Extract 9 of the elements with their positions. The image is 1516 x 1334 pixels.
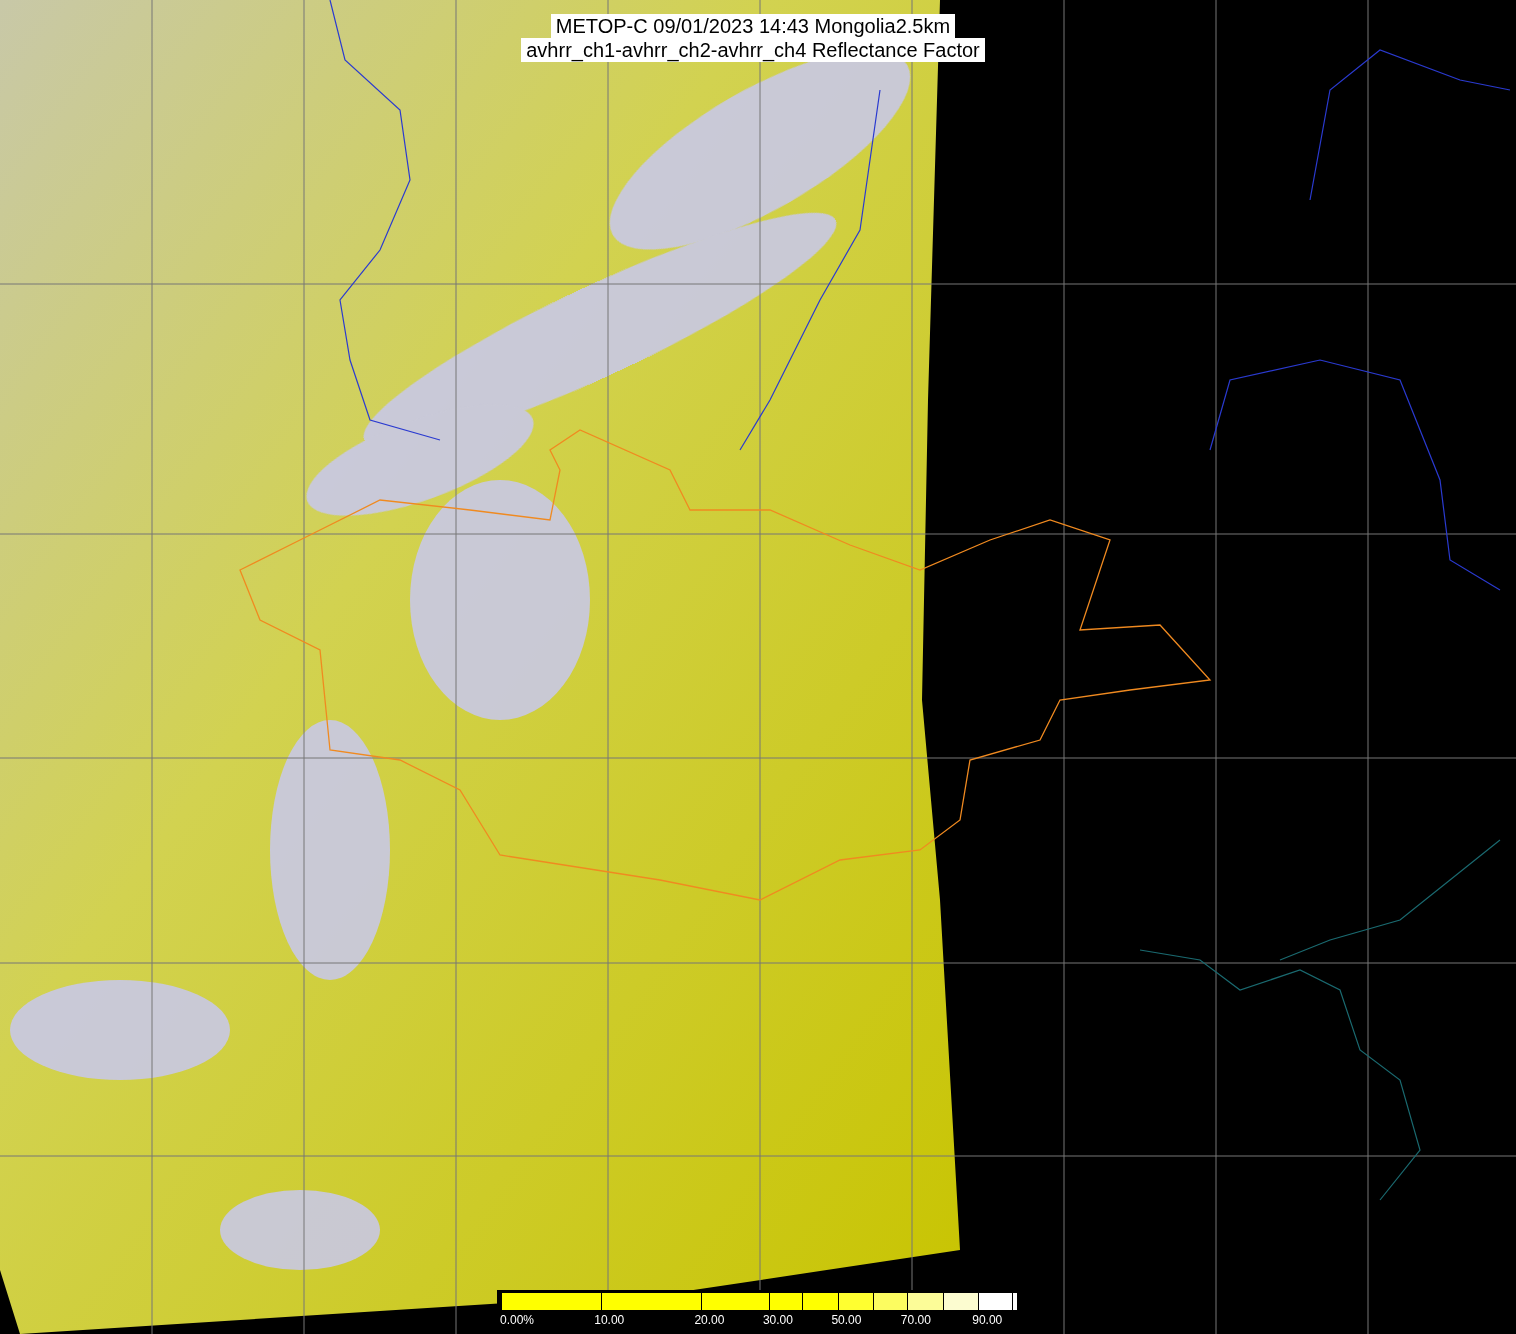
colorbar-label: 0.00% bbox=[500, 1313, 535, 1327]
colorbar-label: 50.00 bbox=[831, 1313, 862, 1327]
map-title: METOP-C 09/01/2023 14:43 Mongolia2.5km bbox=[550, 14, 956, 38]
colorbar-label: 10.00 bbox=[594, 1313, 625, 1327]
colorbar-label: 30.00 bbox=[762, 1313, 793, 1327]
map-title: avhrr_ch1-avhrr_ch2-avhrr_ch4 Reflectance Factor bbox=[521, 38, 985, 62]
colorbar-label: 20.00 bbox=[694, 1313, 725, 1327]
colorbar-label: 90.00 bbox=[972, 1313, 1003, 1327]
colorbar-label: 70.00 bbox=[900, 1313, 931, 1327]
